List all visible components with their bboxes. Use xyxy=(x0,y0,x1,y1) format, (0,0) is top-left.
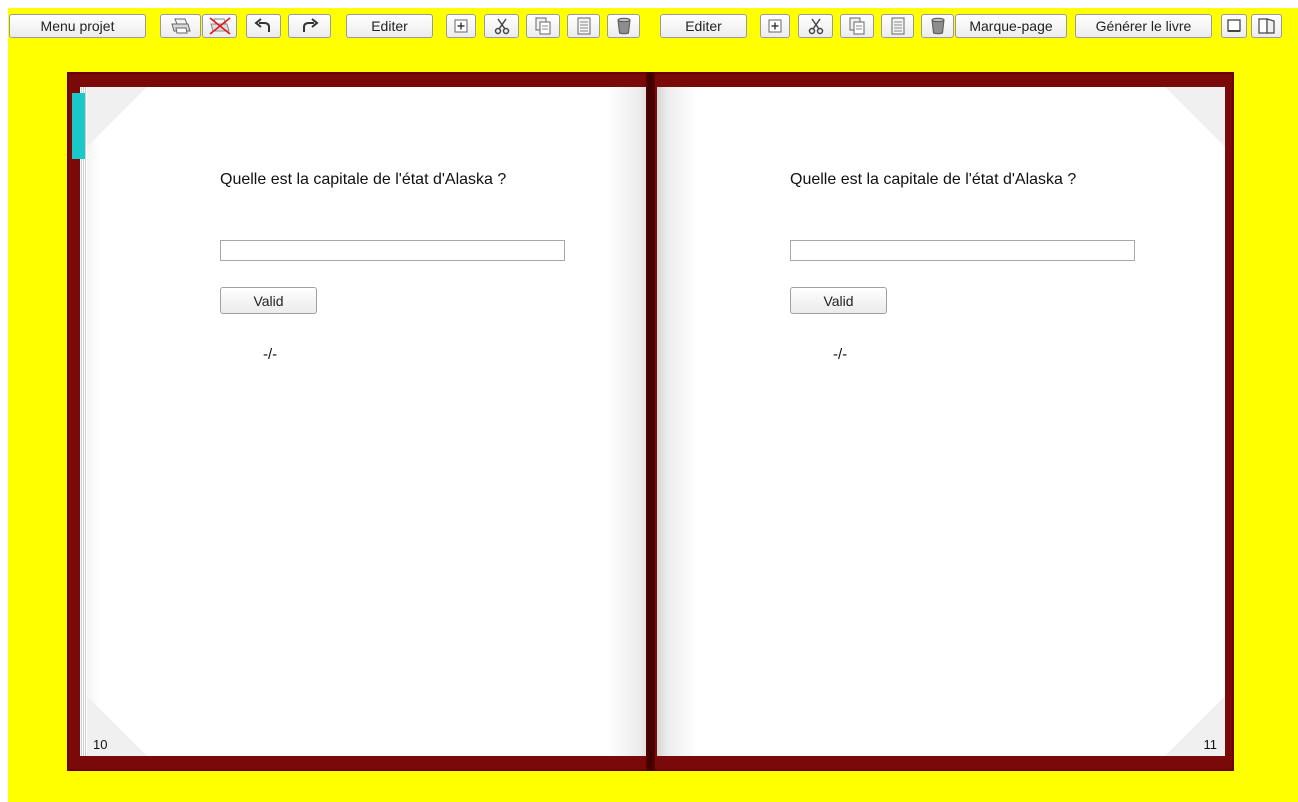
editer-button-left[interactable]: Editer xyxy=(346,14,433,38)
marque-page-button[interactable]: Marque-page xyxy=(955,14,1067,38)
page-number: 11 xyxy=(1203,737,1218,752)
valid-label: Valid xyxy=(823,292,854,309)
valid-button[interactable]: Valid xyxy=(790,287,887,314)
add-button-right[interactable] xyxy=(760,14,790,38)
undo-button[interactable] xyxy=(246,14,281,38)
editer-button-right[interactable]: Editer xyxy=(660,14,747,38)
cut-icon xyxy=(807,17,825,35)
bookmark-tab[interactable] xyxy=(72,93,85,159)
menu-projet-label: Menu projet xyxy=(40,18,115,34)
editer-label: Editer xyxy=(685,18,722,34)
redo-button[interactable] xyxy=(288,14,331,38)
single-page-view-icon xyxy=(1226,18,1242,34)
page-corner xyxy=(1165,87,1225,147)
book: Quelle est la capitale de l'état d'Alask… xyxy=(67,72,1234,771)
toolbar: Menu projet Editer Editer Marque-page Gé… xyxy=(8,8,1298,42)
copy-button-right[interactable] xyxy=(840,14,874,38)
double-page-view-button[interactable] xyxy=(1251,14,1282,38)
generer-le-livre-button[interactable]: Générer le livre xyxy=(1075,14,1212,38)
add-icon xyxy=(454,19,468,33)
cut-icon xyxy=(493,17,511,35)
workspace: Menu projet Editer Editer Marque-page Gé… xyxy=(8,8,1298,802)
marque-page-label: Marque-page xyxy=(969,18,1053,34)
generer-le-livre-label: Générer le livre xyxy=(1095,18,1192,34)
paste-icon xyxy=(891,17,905,35)
answer-input[interactable] xyxy=(790,240,1135,261)
no-print-button[interactable] xyxy=(202,14,237,38)
right-page: Quelle est la capitale de l'état d'Alask… xyxy=(657,87,1225,756)
print-button[interactable] xyxy=(160,14,201,38)
question-text: Quelle est la capitale de l'état d'Alask… xyxy=(220,171,507,188)
result-text: -/- xyxy=(263,346,278,363)
trash-icon xyxy=(616,17,632,35)
copy-icon xyxy=(849,17,865,35)
redo-icon xyxy=(300,18,320,34)
result-text: -/- xyxy=(833,346,848,363)
paste-button-right[interactable] xyxy=(881,14,914,38)
paste-icon xyxy=(577,17,591,35)
copy-icon xyxy=(535,17,551,35)
menu-projet-button[interactable]: Menu projet xyxy=(9,14,146,38)
page-corner xyxy=(87,87,147,147)
single-page-view-button[interactable] xyxy=(1221,14,1247,38)
undo-icon xyxy=(253,18,274,34)
trash-icon xyxy=(930,17,946,35)
book-spine xyxy=(646,72,655,771)
valid-label: Valid xyxy=(253,292,284,309)
cut-button-right[interactable] xyxy=(798,14,833,38)
add-button-left[interactable] xyxy=(446,14,476,38)
valid-button[interactable]: Valid xyxy=(220,287,317,314)
page-number: 10 xyxy=(93,737,108,752)
print-icon xyxy=(170,17,192,35)
cut-button-left[interactable] xyxy=(484,14,519,38)
left-page: Quelle est la capitale de l'état d'Alask… xyxy=(87,87,653,756)
copy-button-left[interactable] xyxy=(526,14,560,38)
delete-button-left[interactable] xyxy=(607,14,640,38)
answer-input[interactable] xyxy=(220,240,565,261)
editer-label: Editer xyxy=(371,18,408,34)
no-print-icon xyxy=(208,16,232,36)
add-icon xyxy=(768,19,782,33)
paste-button-left[interactable] xyxy=(567,14,600,38)
double-page-view-icon xyxy=(1257,17,1277,35)
question-text: Quelle est la capitale de l'état d'Alask… xyxy=(790,171,1077,188)
delete-button-right[interactable] xyxy=(921,14,954,38)
